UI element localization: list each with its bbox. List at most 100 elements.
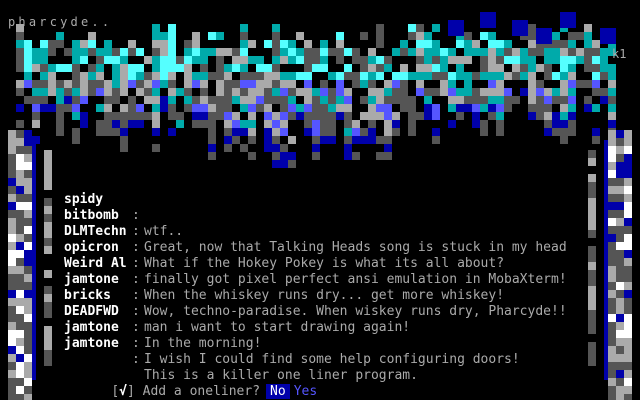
pillar-block <box>608 218 616 226</box>
logo-block <box>592 136 600 144</box>
logo-block <box>552 112 560 120</box>
logo-block <box>24 48 32 56</box>
logo-block <box>288 48 296 56</box>
logo-block <box>72 40 80 48</box>
logo-block <box>608 120 616 128</box>
logo-block <box>264 104 272 112</box>
pillar-block <box>616 314 624 322</box>
pillar-block <box>8 258 16 266</box>
logo-block <box>280 80 288 88</box>
logo-block <box>472 104 480 112</box>
logo-block <box>200 80 208 88</box>
logo-block <box>72 56 80 64</box>
frame-block <box>44 222 52 230</box>
logo-block <box>72 104 80 112</box>
logo-block <box>136 88 144 96</box>
logo-block <box>368 56 376 64</box>
logo-block <box>424 96 432 104</box>
logo-block <box>440 80 448 88</box>
logo-block <box>400 64 408 72</box>
pillar-block <box>616 218 624 226</box>
logo-block <box>80 88 88 96</box>
pillar-block <box>8 274 16 282</box>
logo-block <box>320 88 328 96</box>
pillar-block <box>16 274 24 282</box>
logo-block <box>16 88 24 96</box>
logo-block <box>184 40 192 48</box>
pillar-block <box>616 378 624 386</box>
pillar-block <box>8 202 16 210</box>
logo-block <box>416 80 424 88</box>
logo-block <box>584 32 592 40</box>
inner-column <box>32 220 36 228</box>
pillar-block <box>624 362 632 370</box>
pillar-block <box>24 378 32 386</box>
logo-block <box>544 88 552 96</box>
logo-block <box>136 120 144 128</box>
inner-column <box>604 372 608 380</box>
logo-block <box>440 64 448 72</box>
pillar-block <box>608 146 616 154</box>
pillar-block <box>16 362 24 370</box>
logo-block <box>32 64 40 72</box>
option-yes-button[interactable]: Yes <box>290 384 321 399</box>
logo-block <box>528 40 536 48</box>
logo-block <box>120 64 128 72</box>
logo-block <box>528 32 536 40</box>
pillar-block <box>616 346 624 354</box>
pillar-block <box>616 306 624 314</box>
logo-block <box>248 96 256 104</box>
logo-block <box>280 104 288 112</box>
logo-block <box>376 112 384 120</box>
logo-block <box>264 88 272 96</box>
pillar-block <box>624 250 632 258</box>
inner-column <box>32 140 36 148</box>
logo-block <box>104 48 112 56</box>
logo-block <box>424 72 432 80</box>
logo-block <box>56 32 64 40</box>
logo-block <box>552 48 560 56</box>
logo-block <box>40 88 48 96</box>
option-no-button[interactable]: No <box>266 384 290 399</box>
logo-block <box>368 48 376 56</box>
logo-block <box>376 96 384 104</box>
logo-block <box>216 88 224 96</box>
logo-block <box>32 56 40 64</box>
logo-block <box>96 88 104 96</box>
logo-block <box>480 72 488 80</box>
pillar-block <box>24 138 32 146</box>
logo-block <box>400 72 408 80</box>
logo-block <box>152 64 160 72</box>
logo-block <box>64 88 72 96</box>
logo-block <box>192 112 200 120</box>
logo-block <box>184 72 192 80</box>
logo-block <box>312 112 320 120</box>
logo-block <box>360 64 368 72</box>
logo-block <box>336 80 344 88</box>
logo-block <box>320 56 328 64</box>
logo-block <box>472 88 480 96</box>
pillar-block <box>616 202 624 210</box>
inner-column <box>604 300 608 308</box>
pillar-block <box>624 146 632 154</box>
logo-block <box>272 152 280 160</box>
logo-block <box>80 72 88 80</box>
logo-block <box>168 104 176 112</box>
logo-block <box>184 64 192 72</box>
pillar-block <box>24 362 32 370</box>
logo-block <box>176 112 184 120</box>
logo-block <box>376 152 384 160</box>
logo-block <box>152 104 160 112</box>
logo-block <box>80 40 88 48</box>
logo-block <box>184 56 192 64</box>
pillar-block <box>616 354 624 362</box>
frame-block <box>44 342 52 350</box>
pillar-block <box>8 314 16 322</box>
logo-block <box>560 136 568 144</box>
logo-block <box>464 80 472 88</box>
logo-block <box>120 48 128 56</box>
checkbox-icon[interactable]: [√] <box>111 384 134 399</box>
logo-block <box>416 32 424 40</box>
logo-block <box>336 32 344 40</box>
pillar-block <box>8 346 16 354</box>
